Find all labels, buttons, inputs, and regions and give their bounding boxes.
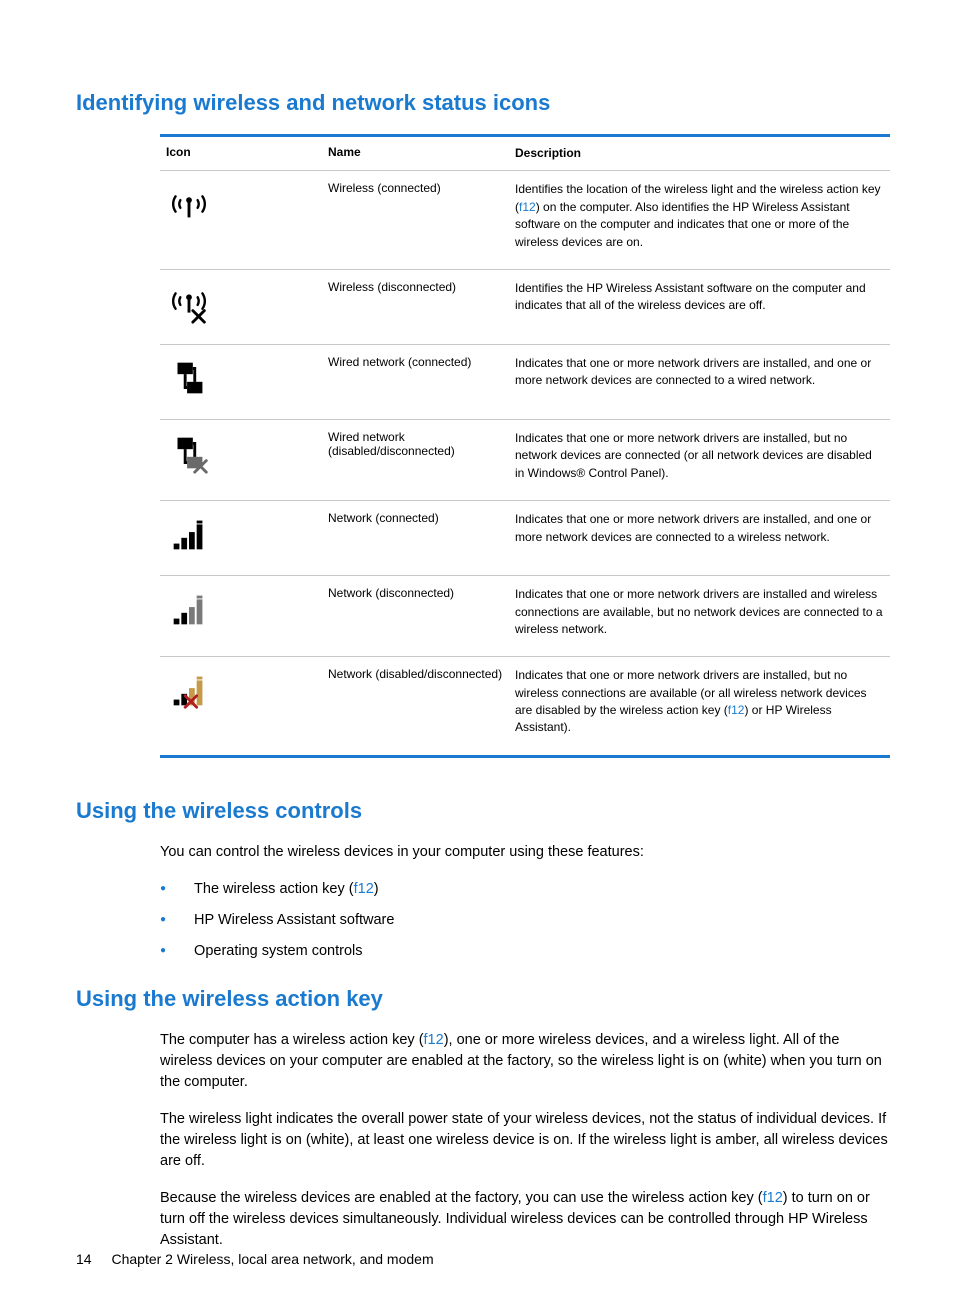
cell-name: Network (disabled/disconnected) [322,657,509,757]
actionkey-p3: Because the wireless devices are enabled… [160,1188,890,1251]
wired-connected-icon [166,355,212,401]
col-header-icon: Icon [160,136,322,171]
page-footer: 14 Chapter 2 Wireless, local area networ… [76,1251,434,1267]
table-row: Network (connected) Indicates that one o… [160,501,890,576]
network-disconnected-icon [166,586,212,632]
network-connected-icon [166,511,212,557]
heading-identifying-icons: Identifying wireless and network status … [76,90,878,116]
actionkey-p2: The wireless light indicates the overall… [160,1109,890,1172]
table-row: Network (disconnected) Indicates that on… [160,576,890,657]
heading-using-controls: Using the wireless controls [76,798,878,824]
cell-desc: Indicates that one or more network drive… [509,344,890,419]
cell-desc: Indicates that one or more network drive… [509,501,890,576]
table-row: Wired network (disabled/disconnected) In… [160,419,890,500]
cell-desc: Identifies the location of the wireless … [509,171,890,270]
cell-name: Network (connected) [322,501,509,576]
cell-name: Wireless (connected) [322,171,509,270]
wireless-connected-icon [166,181,212,227]
list-item: HP Wireless Assistant software [160,910,890,931]
table-row: Wired network (connected) Indicates that… [160,344,890,419]
cell-name: Wired network (connected) [322,344,509,419]
page-number: 14 [76,1251,92,1267]
controls-list: The wireless action key (f12) HP Wireles… [160,879,890,962]
cell-name: Wireless (disconnected) [322,269,509,344]
table-row: Network (disabled/disconnected) Indicate… [160,657,890,757]
list-item: Operating system controls [160,941,890,962]
wired-disabled-icon [166,430,212,476]
cell-desc: Identifies the HP Wireless Assistant sof… [509,269,890,344]
network-disabled-icon [166,667,212,713]
table-row: Wireless (disconnected) Identifies the H… [160,269,890,344]
heading-using-action-key: Using the wireless action key [76,986,878,1012]
chapter-title: Chapter 2 Wireless, local area network, … [111,1251,433,1267]
status-icons-table: Icon Name Description [160,134,890,758]
cell-desc: Indicates that one or more network drive… [509,657,890,757]
col-header-name: Name [322,136,509,171]
wireless-disconnected-icon [166,280,212,326]
cell-desc: Indicates that one or more network drive… [509,576,890,657]
controls-intro: You can control the wireless devices in … [160,842,890,863]
list-item: The wireless action key (f12) [160,879,890,900]
col-header-desc: Description [509,136,890,171]
actionkey-p1: The computer has a wireless action key (… [160,1030,890,1093]
cell-desc: Indicates that one or more network drive… [509,419,890,500]
cell-name: Network (disconnected) [322,576,509,657]
cell-name: Wired network (disabled/disconnected) [322,419,509,500]
table-row: Wireless (connected) Identifies the loca… [160,171,890,270]
